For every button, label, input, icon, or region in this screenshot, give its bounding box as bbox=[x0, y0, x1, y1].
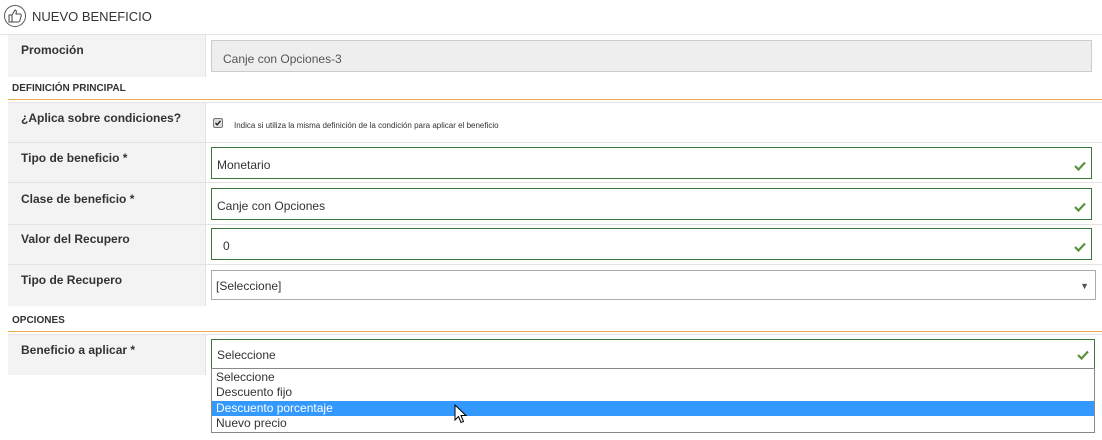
tipo-beneficio-label: Tipo de beneficio * bbox=[21, 151, 128, 165]
dropdown-option-highlighted[interactable]: Descuento porcentaje bbox=[212, 401, 1094, 416]
dropdown-arrow-icon: ▼ bbox=[1080, 281, 1089, 291]
label-cell: Clase de beneficio * bbox=[8, 183, 206, 225]
label-cell: Promoción bbox=[8, 35, 206, 77]
beneficio-aplicar-select[interactable]: Seleccione bbox=[211, 339, 1095, 369]
page-title: NUEVO BENEFICIO bbox=[32, 9, 152, 24]
row-tipo-beneficio: Tipo de beneficio * Monetario bbox=[8, 142, 1102, 183]
tipo-recupero-value: [Seleccione] bbox=[216, 279, 282, 293]
section-title-opciones: OPCIONES bbox=[12, 315, 65, 326]
section-title-principal: DEFINICIÓN PRINCIPAL bbox=[12, 83, 126, 94]
valor-recupero-input[interactable]: 0 bbox=[211, 228, 1092, 260]
valor-recupero-label: Valor del Recupero bbox=[21, 232, 130, 246]
beneficio-aplicar-value: Seleccione bbox=[217, 348, 276, 362]
label-cell: Tipo de beneficio * bbox=[8, 143, 206, 183]
row-valor-recupero: Valor del Recupero 0 bbox=[8, 224, 1102, 265]
clase-beneficio-select[interactable]: Canje con Opciones bbox=[211, 188, 1092, 220]
check-icon bbox=[1074, 158, 1086, 176]
dropdown-option[interactable]: Descuento fijo bbox=[212, 385, 1094, 400]
thumbs-up-icon bbox=[4, 5, 26, 27]
label-cell: ¿Aplica sobre condiciones? bbox=[8, 103, 206, 143]
beneficio-aplicar-label: Beneficio a aplicar * bbox=[21, 343, 136, 357]
tipo-beneficio-select[interactable]: Monetario bbox=[211, 147, 1092, 179]
aplica-checkbox[interactable] bbox=[213, 118, 223, 128]
row-aplica: ¿Aplica sobre condiciones? bbox=[8, 102, 1102, 143]
tipo-recupero-select[interactable]: [Seleccione] ▼ bbox=[211, 270, 1096, 300]
page-header: NUEVO BENEFICIO bbox=[0, 0, 1102, 35]
check-icon bbox=[1077, 347, 1089, 365]
label-cell: Tipo de Recupero bbox=[8, 265, 206, 306]
dropdown-option[interactable]: Seleccione bbox=[212, 370, 1094, 385]
beneficio-aplicar-options: Seleccione Descuento fijo Descuento porc… bbox=[211, 368, 1095, 433]
section-opciones: OPCIONES bbox=[8, 309, 1102, 332]
promocion-label: Promoción bbox=[21, 43, 84, 57]
mouse-cursor-icon bbox=[454, 403, 468, 429]
tipo-recupero-label: Tipo de Recupero bbox=[21, 273, 123, 287]
aplica-label: ¿Aplica sobre condiciones? bbox=[21, 111, 182, 125]
section-definicion-principal: DEFINICIÓN PRINCIPAL bbox=[8, 77, 1102, 100]
promocion-value: Canje con Opciones-3 bbox=[223, 52, 342, 66]
check-icon bbox=[1074, 199, 1086, 217]
row-tipo-recupero: Tipo de Recupero [Seleccione] ▼ bbox=[8, 264, 1102, 306]
aplica-help-text: Indica si utiliza la misma definición de… bbox=[234, 121, 499, 130]
clase-beneficio-label: Clase de beneficio * bbox=[21, 192, 135, 206]
valor-recupero-value: 0 bbox=[223, 239, 230, 253]
label-cell: Beneficio a aplicar * bbox=[8, 335, 206, 375]
dropdown-option[interactable]: Nuevo precio bbox=[212, 416, 1094, 431]
row-promocion: Promoción Canje con Opciones-3 bbox=[8, 34, 1102, 77]
promocion-field: Canje con Opciones-3 bbox=[211, 40, 1092, 72]
label-cell: Valor del Recupero bbox=[8, 225, 206, 265]
clase-beneficio-value: Canje con Opciones bbox=[217, 199, 326, 213]
tipo-beneficio-value: Monetario bbox=[217, 158, 271, 172]
row-clase-beneficio: Clase de beneficio * Canje con Opciones bbox=[8, 182, 1102, 225]
check-icon bbox=[1074, 239, 1086, 257]
